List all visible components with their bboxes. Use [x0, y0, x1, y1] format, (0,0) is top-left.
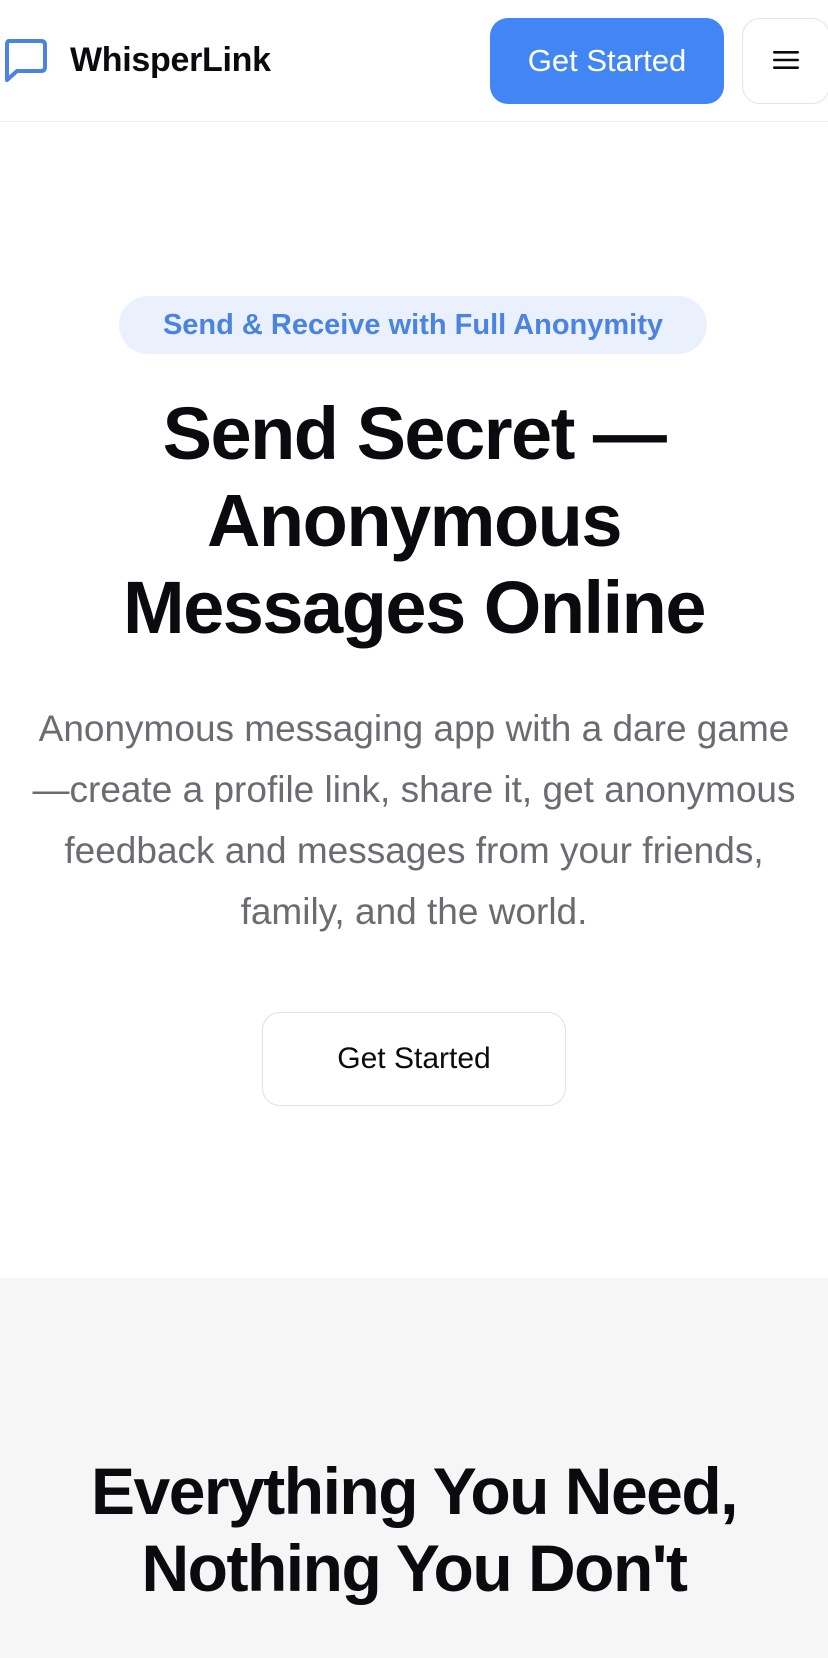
features-section: Everything You Need, Nothing You Don't [0, 1278, 828, 1658]
get-started-button[interactable]: Get Started [490, 18, 724, 104]
hero-get-started-button[interactable]: Get Started [262, 1012, 566, 1106]
features-heading-line-2: Nothing You Don't [141, 1531, 688, 1605]
hero-title-line-2: Anonymous [206, 479, 623, 562]
hero-title: Send Secret — Anonymous Messages Online [40, 390, 788, 651]
hamburger-menu-icon [772, 49, 800, 74]
hero-title-line-1: Send Secret — [162, 392, 667, 475]
features-heading-line-1: Everything You Need, [90, 1454, 739, 1528]
top-nav-bar: WhisperLink Get Started [0, 0, 828, 122]
brand-logo-link[interactable]: WhisperLink [0, 32, 271, 88]
features-heading: Everything You Need, Nothing You Don't [20, 1453, 808, 1607]
message-square-icon [0, 34, 52, 86]
hero-title-line-3: Messages Online [122, 566, 707, 649]
brand-name: WhisperLink [70, 40, 271, 79]
hero-section: Send & Receive with Full Anonymity Send … [0, 122, 828, 1278]
hero-description: Anonymous messaging app with a dare game… [32, 708, 796, 932]
hero-get-started-label: Get Started [337, 1042, 491, 1075]
anonymity-badge: Send & Receive with Full Anonymity [119, 296, 707, 354]
get-started-label: Get Started [527, 43, 687, 78]
menu-button[interactable] [742, 18, 828, 104]
